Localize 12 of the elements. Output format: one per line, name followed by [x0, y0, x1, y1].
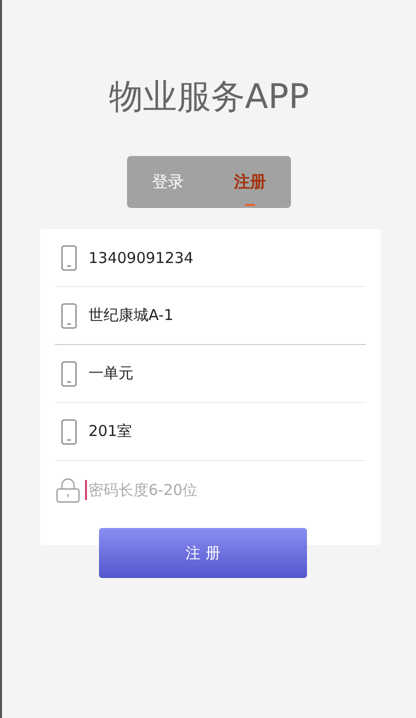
phone-icon — [58, 418, 78, 444]
phone-icon — [58, 244, 78, 270]
input-field[interactable]: 密码长度6-20位 — [86, 480, 366, 498]
input-field[interactable]: 世纪康城A-1 — [86, 306, 366, 324]
phone-icon — [58, 302, 78, 328]
app-title: 物业服务APP — [108, 76, 310, 118]
register-button[interactable]: 注 册 — [99, 528, 307, 578]
input-field[interactable]: 13409091234 — [86, 248, 366, 266]
lock-icon — [54, 476, 80, 502]
input-field[interactable]: 201室 — [86, 422, 366, 440]
phone-icon — [58, 360, 78, 386]
input-field[interactable]: 一单元 — [86, 364, 366, 382]
